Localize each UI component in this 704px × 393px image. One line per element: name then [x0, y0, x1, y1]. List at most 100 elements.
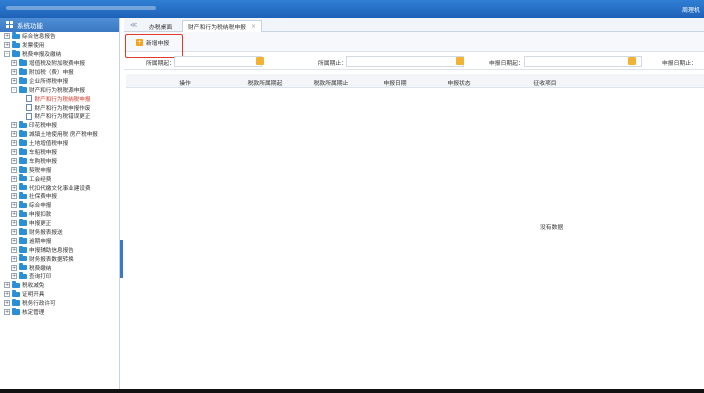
collapse-arrow-icon[interactable]: ≪	[130, 21, 137, 29]
expand-icon[interactable]: +	[11, 157, 17, 164]
sidebar-item[interactable]: - 税费申报及缴纳	[0, 50, 119, 59]
folder-icon	[19, 147, 27, 155]
expand-icon[interactable]: +	[11, 211, 17, 218]
expand-icon[interactable]: +	[11, 237, 17, 244]
date-start-input[interactable]	[524, 56, 642, 67]
expand-icon[interactable]: +	[11, 166, 17, 173]
sidebar-item[interactable]: + 核定管理	[0, 307, 119, 317]
expand-icon[interactable]: +	[4, 42, 10, 49]
tab-current-label: 财产和行为税纳税申报	[188, 25, 246, 31]
sidebar-item-label: 工会经费	[29, 176, 52, 183]
sidebar-item[interactable]: + 综合信息报告	[0, 32, 119, 41]
period-start-input[interactable]	[174, 56, 262, 67]
sidebar-item[interactable]: + 申报扣款	[0, 210, 119, 219]
collapse-icon[interactable]: -	[11, 86, 17, 93]
folder-icon	[19, 130, 27, 137]
expand-icon[interactable]: +	[11, 140, 17, 147]
expand-icon[interactable]: +	[11, 131, 17, 138]
sidebar-item[interactable]: + 印花税申报	[0, 121, 119, 130]
sidebar-item[interactable]: + 税务行政许可	[0, 299, 119, 308]
expand-icon[interactable]: +	[11, 69, 17, 75]
grid-header: 操作 税款所属期起 税款所属期止 申报日期 申报状态 征收项目	[126, 74, 704, 88]
sidebar-item[interactable]: + 发票使用	[0, 41, 119, 50]
date-start-label: 申报日期起：	[489, 61, 524, 67]
column-header[interactable]: 征收项目	[530, 78, 560, 87]
expand-icon[interactable]: +	[11, 60, 17, 67]
expand-icon[interactable]: +	[11, 184, 17, 191]
sidebar-item[interactable]: + 土地增值税申报	[0, 139, 119, 148]
sidebar-item[interactable]: 财产和行为税纳税申报	[0, 94, 119, 103]
sidebar-item[interactable]: + 企业所得税申报	[0, 76, 119, 85]
sidebar-item[interactable]: + 财务报表数据转换	[0, 254, 119, 263]
expand-icon[interactable]: +	[4, 300, 10, 307]
sidebar-item[interactable]: + 城镇土地使用税 房产税申报	[0, 130, 119, 139]
sidebar-item[interactable]: + 税收减免	[0, 281, 119, 290]
sidebar-item-label: 申报扣款	[29, 212, 52, 219]
tab-home[interactable]: 办税桌面	[144, 20, 177, 32]
expand-icon[interactable]: +	[11, 220, 17, 227]
user-name[interactable]: 周理机	[682, 5, 700, 14]
expand-icon[interactable]: +	[11, 122, 17, 129]
expand-icon[interactable]: +	[11, 264, 17, 271]
calendar-icon[interactable]	[628, 57, 636, 65]
sidebar-item[interactable]: - 财产和行为税税源申报	[0, 85, 119, 94]
sidebar-item-label: 税费缴纳	[29, 265, 52, 272]
sidebar-item[interactable]: + 工会经费	[0, 174, 119, 183]
expand-icon[interactable]: +	[4, 33, 10, 40]
sidebar-item[interactable]: + 附加税（费）申报	[0, 67, 119, 77]
folder-icon	[19, 58, 27, 66]
expand-icon[interactable]: +	[4, 282, 10, 289]
top-title-bar: 周理机	[0, 0, 704, 18]
expand-icon[interactable]: +	[11, 273, 17, 280]
period-end-input[interactable]	[346, 56, 464, 67]
folder-icon	[19, 219, 27, 226]
expand-icon[interactable]: +	[11, 246, 17, 253]
sidebar-item[interactable]: + 增值税及附加税费申报	[0, 58, 119, 68]
sidebar-item[interactable]: 财产和行为税错误更正	[0, 112, 119, 121]
expand-icon[interactable]: +	[11, 202, 17, 209]
sidebar-item[interactable]: 财产和行为税申报作废	[0, 103, 119, 112]
sidebar-item[interactable]: + 社保费申报	[0, 192, 119, 201]
expand-icon[interactable]: +	[11, 149, 17, 156]
sidebar-item[interactable]: + 契税申报	[0, 165, 119, 174]
sidebar-item[interactable]: + 证明开具	[0, 290, 119, 299]
sidebar-item[interactable]: + 税费缴纳	[0, 263, 119, 272]
sidebar-item-label: 申报辅助信息报告	[29, 247, 74, 254]
column-header[interactable]: 税款所属期止	[310, 78, 352, 87]
close-icon[interactable]: ×	[251, 23, 256, 30]
expand-icon[interactable]: +	[11, 229, 17, 236]
expand-icon[interactable]: +	[11, 77, 17, 84]
folder-icon	[12, 299, 20, 306]
tab-bar: ≪ 办税桌面 财产和行为税纳税申报 ×	[124, 18, 704, 32]
expand-icon[interactable]: +	[11, 255, 17, 262]
sidebar-item[interactable]: + 申报辅助信息报告	[0, 245, 119, 254]
sidebar-item-label: 申报更正	[29, 221, 52, 228]
folder-icon	[12, 32, 20, 40]
sidebar-item[interactable]: + 车购税申报	[0, 156, 119, 165]
column-header[interactable]: 申报日期	[380, 78, 410, 87]
sidebar-item-label: 印花税申报	[29, 123, 57, 130]
expand-icon[interactable]: +	[11, 193, 17, 200]
sidebar-item[interactable]: + 车船税申报	[0, 147, 119, 157]
expand-icon[interactable]: +	[4, 309, 10, 316]
sidebar-item[interactable]: + 逾期申报	[0, 236, 119, 245]
sidebar-item[interactable]: + 查询打印	[0, 272, 119, 281]
tab-property-tax-declaration[interactable]: 财产和行为税纳税申报 ×	[182, 20, 263, 32]
sidebar-collapse-handle[interactable]	[120, 240, 123, 278]
calendar-icon[interactable]	[256, 57, 264, 65]
sidebar-item[interactable]: + 申报更正	[0, 219, 119, 228]
column-header[interactable]: 申报状态	[444, 78, 474, 87]
column-header[interactable]: 操作	[174, 78, 196, 87]
expand-icon[interactable]: +	[4, 291, 10, 298]
sidebar-item-label: 财产和行为税申报作废	[34, 105, 91, 112]
sidebar-item-label: 税务行政许可	[22, 301, 56, 308]
calendar-icon[interactable]	[456, 57, 464, 65]
collapse-icon[interactable]: -	[4, 51, 10, 58]
expand-icon[interactable]: +	[11, 175, 17, 182]
grid-icon	[6, 21, 14, 29]
sidebar-item[interactable]: + 财务报表报送	[0, 227, 119, 237]
column-header[interactable]: 税款所属期起	[244, 78, 286, 87]
sidebar-item[interactable]: + 代扣代缴文化事业建设费	[0, 183, 119, 192]
sidebar-item[interactable]: + 综合申报	[0, 201, 119, 210]
toolbar: + 新增申报	[124, 32, 704, 52]
